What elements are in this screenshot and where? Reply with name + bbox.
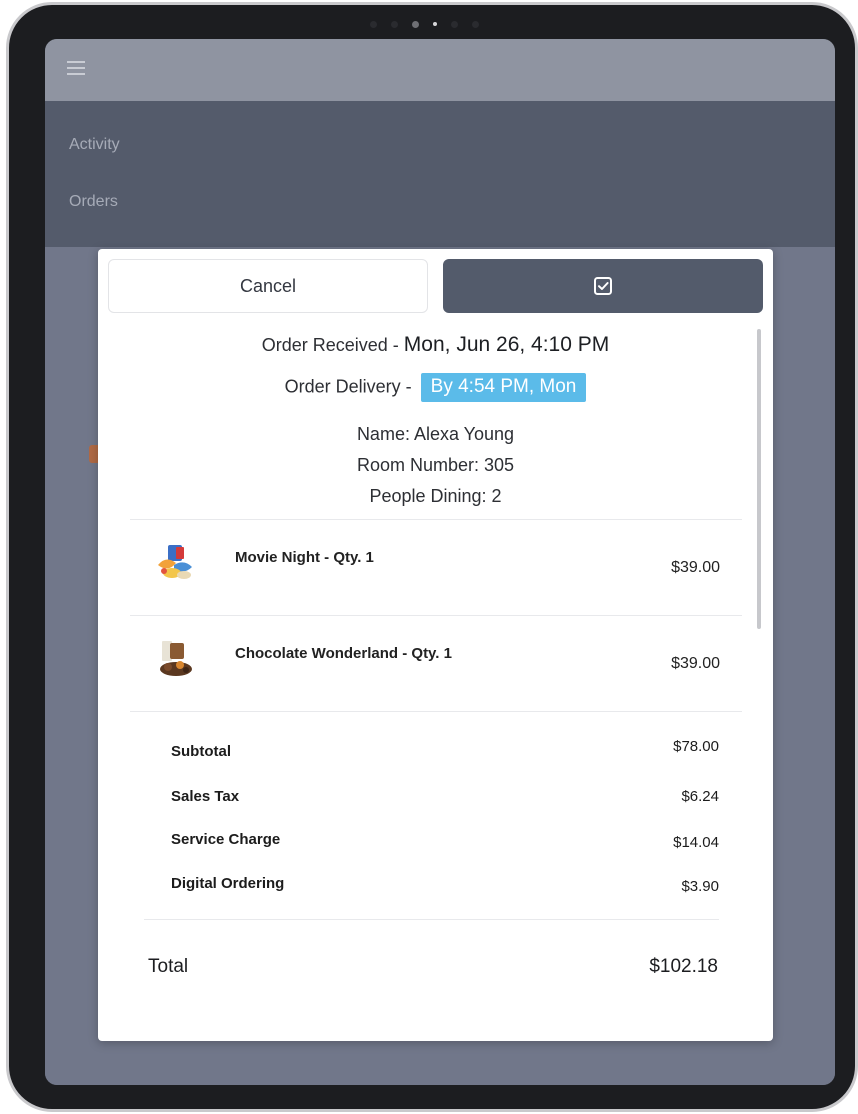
- divider: [130, 615, 742, 616]
- divider: [144, 919, 719, 920]
- order-item-row[interactable]: Chocolate Wonderland - Qty. 1 $39.00: [128, 617, 740, 707]
- summary-label: Digital Ordering: [171, 875, 285, 892]
- order-detail-modal: Cancel Order Received - Mon, Jun 26, 4:1…: [98, 249, 773, 1041]
- nav-item-activity[interactable]: Activity: [69, 136, 120, 154]
- item-name: Movie Night - Qty. 1: [235, 549, 374, 566]
- chocolate-wonderland-thumbnail: [160, 641, 192, 676]
- order-received-line: Order Received - Mon, Jun 26, 4:10 PM: [98, 333, 773, 357]
- guest-info: Name: Alexa Young Room Number: 305 Peopl…: [98, 419, 773, 512]
- checkbox-check-icon: [594, 277, 612, 295]
- item-price: $39.00: [671, 655, 720, 672]
- confirm-button[interactable]: [443, 259, 763, 313]
- order-received-value: Mon, Jun 26, 4:10 PM: [403, 333, 610, 356]
- summary-label: Subtotal: [171, 743, 231, 760]
- delivery-time-badge: By 4:54 PM, Mon: [420, 373, 587, 402]
- nav-panel: Activity Orders: [45, 101, 835, 247]
- summary-value: $14.04: [673, 834, 719, 851]
- order-item-row[interactable]: Movie Night - Qty. 1 $39.00: [128, 521, 740, 611]
- app-header: [45, 39, 835, 101]
- divider: [130, 519, 742, 520]
- movie-night-thumbnail: [158, 545, 192, 579]
- summary-value: $6.24: [681, 788, 719, 805]
- total-value: $102.18: [649, 956, 718, 977]
- camera-area: [349, 15, 499, 33]
- nav-item-orders[interactable]: Orders: [69, 193, 118, 211]
- item-name: Chocolate Wonderland - Qty. 1: [235, 645, 452, 662]
- order-delivery-line: Order Delivery - By 4:54 PM, Mon: [98, 373, 773, 402]
- divider: [130, 711, 742, 712]
- summary-value: $78.00: [673, 738, 719, 755]
- total-label: Total: [148, 956, 189, 977]
- order-delivery-label: Order Delivery -: [284, 376, 417, 397]
- cancel-button[interactable]: Cancel: [108, 259, 428, 313]
- summary-label: Sales Tax: [171, 788, 240, 805]
- order-received-label: Order Received -: [261, 335, 404, 355]
- people-dining: People Dining: 2: [369, 486, 502, 506]
- hamburger-menu-icon[interactable]: [67, 61, 85, 75]
- summary-value: $3.90: [681, 878, 719, 895]
- summary-label: Service Charge: [171, 831, 281, 848]
- room-number: Room Number: 305: [356, 455, 515, 475]
- item-price: $39.00: [671, 559, 720, 576]
- guest-name: Name: Alexa Young: [356, 424, 515, 444]
